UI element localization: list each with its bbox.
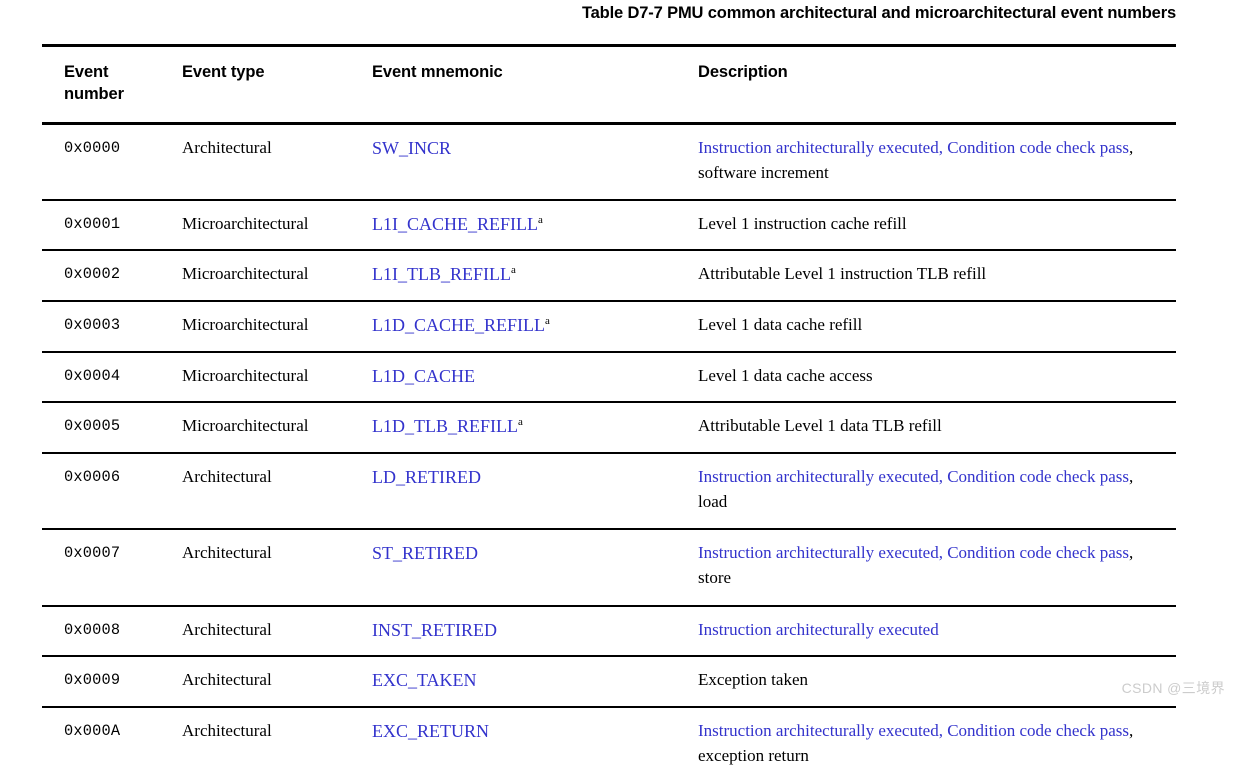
event-mnemonic-link[interactable]: L1I_CACHE_REFILL: [372, 214, 538, 234]
pmu-event-table-wrapper: Event number Event type Event mnemonic D…: [42, 44, 1176, 782]
cell-event-type: Architectural: [182, 137, 272, 157]
cell-event-mnemonic: EXC_RETURN: [370, 707, 696, 782]
table-row: 0x0001 Microarchitectural L1I_CACHE_REFILL…: [42, 200, 1176, 251]
cell-description: Exception taken: [696, 656, 1176, 707]
description-text: Level 1 instruction cache refill: [698, 213, 907, 233]
event-mnemonic-link[interactable]: L1D_CACHE: [372, 366, 475, 386]
cell-description: Instruction architecturally executed: [696, 606, 1176, 657]
table-body: 0x0000 Architectural SW_INCR Instruction ar…: [42, 123, 1176, 782]
cell-description: Level 1 data cache access: [696, 352, 1176, 403]
description-text: Attributable Level 1 instruction TLB ref…: [698, 264, 987, 284]
table-row: 0x0008 Architectural INST_RETIRED Instructi…: [42, 606, 1176, 657]
cell-event-number: 0x0002: [64, 265, 121, 284]
description-text: Level 1 data cache access: [698, 365, 873, 385]
event-mnemonic-link[interactable]: L1I_TLB_REFILL: [372, 264, 511, 284]
event-mnemonic-link[interactable]: INST_RETIRED: [372, 620, 497, 640]
cell-event-mnemonic: L1I_CACHE_REFILLa: [370, 200, 696, 251]
cell-description: Instruction architecturally executed, Co…: [696, 707, 1176, 782]
cell-event-number: 0x000A: [64, 721, 121, 740]
cell-event-type: Architectural: [182, 543, 272, 563]
cell-event-number: 0x0007: [64, 544, 121, 563]
event-mnemonic-link[interactable]: EXC_RETURN: [372, 721, 489, 741]
cell-event-number: 0x0000: [64, 138, 121, 157]
column-header-event-number-line2: number: [64, 84, 124, 103]
cell-event-mnemonic: INST_RETIRED: [370, 606, 696, 657]
cell-description: Attributable Level 1 instruction TLB ref…: [696, 250, 1176, 301]
table-row: 0x000A Architectural EXC_RETURN Instruction…: [42, 707, 1176, 782]
column-header-event-number-line1: Event: [64, 63, 109, 81]
cell-event-mnemonic: L1D_CACHE_REFILLa: [370, 301, 696, 352]
column-header-description: Description: [698, 63, 788, 81]
cell-event-number: 0x0001: [64, 214, 121, 233]
column-header-event-number: Event number: [42, 46, 182, 124]
table-header: Event number Event type Event mnemonic D…: [42, 45, 1176, 124]
csdn-watermark: CSDN @三境界: [1121, 680, 1225, 696]
cell-description: Level 1 instruction cache refill: [696, 200, 1176, 251]
footnote-marker: a: [545, 315, 550, 328]
cell-event-type: Architectural: [182, 720, 272, 740]
event-mnemonic-link[interactable]: L1D_CACHE_REFILL: [372, 315, 545, 335]
footnote-marker: a: [510, 264, 516, 277]
event-mnemonic-link[interactable]: LD_RETIRED: [372, 467, 481, 487]
cell-event-type: Microarchitectural: [182, 315, 309, 335]
cell-event-mnemonic: L1D_TLB_REFILLa: [370, 402, 696, 453]
cell-event-type: Architectural: [182, 466, 272, 486]
cell-event-number: 0x0005: [64, 417, 121, 436]
cell-description: Level 1 data cache refill: [696, 301, 1176, 352]
cell-event-type: Microarchitectural: [182, 213, 309, 233]
event-mnemonic-link[interactable]: SW_INCR: [372, 138, 451, 158]
column-header-event-mnemonic: Event mnemonic: [372, 63, 503, 81]
cell-event-mnemonic: SW_INCR: [370, 123, 696, 200]
cell-event-type: Architectural: [182, 619, 272, 639]
cell-event-type: Microarchitectural: [182, 365, 309, 385]
cell-description: Attributable Level 1 data TLB refill: [696, 402, 1176, 453]
event-mnemonic-link[interactable]: EXC_TAKEN: [372, 670, 477, 690]
table-row: 0x0004 Microarchitectural L1D_CACHE Level 1…: [42, 352, 1176, 403]
event-mnemonic-link[interactable]: ST_RETIRED: [372, 543, 478, 563]
table-row: 0x0000 Architectural SW_INCR Instruction ar…: [42, 123, 1176, 200]
event-mnemonic-link[interactable]: L1D_TLB_REFILL: [372, 416, 518, 436]
cell-event-number: 0x0003: [64, 316, 121, 335]
cell-description: Instruction architecturally executed, Co…: [696, 123, 1176, 200]
document-page: Table D7-7 PMU common architectural and …: [0, 0, 1239, 765]
column-header-event-type: Event type: [182, 63, 265, 81]
footnote-marker: a: [538, 213, 543, 226]
cell-event-mnemonic: ST_RETIRED: [370, 529, 696, 605]
table-row: 0x0007 Architectural ST_RETIRED Instruction…: [42, 529, 1176, 606]
description-text: Exception taken: [698, 670, 808, 690]
cell-event-number: 0x0004: [64, 366, 121, 385]
cell-event-mnemonic: L1I_TLB_REFILLa: [370, 250, 696, 301]
description-link[interactable]: Instruction architecturally executed: [698, 620, 939, 639]
cell-event-number: 0x0009: [64, 671, 121, 690]
description-link[interactable]: Instruction architecturally executed, Co…: [698, 467, 1129, 486]
description-text: Level 1 data cache refill: [698, 315, 863, 335]
table-row: 0x0006 Architectural LD_RETIRED Instruction…: [42, 453, 1176, 530]
cell-description: Instruction architecturally executed, Co…: [696, 453, 1176, 529]
table-row: 0x0009 Architectural EXC_TAKEN Exception ta…: [42, 656, 1176, 707]
table-header-row: Event number Event type Event mnemonic D…: [42, 45, 1176, 124]
description-link[interactable]: Instruction architecturally executed, Co…: [698, 543, 1129, 562]
cell-event-number: 0x0006: [64, 467, 121, 486]
table-row: 0x0003 Microarchitectural L1D_CACHE_REFILL…: [42, 301, 1176, 352]
page-title: Table D7-7 PMU common architectural and …: [581, 4, 1176, 22]
description-link[interactable]: Instruction architecturally executed, Co…: [698, 138, 1129, 157]
footnote-marker: a: [518, 416, 523, 429]
cell-description: Instruction architecturally executed, Co…: [696, 529, 1176, 605]
table-row: 0x0005 Microarchitectural L1D_TLB_REFILLa A…: [42, 402, 1176, 453]
cell-event-type: Microarchitectural: [182, 264, 309, 284]
cell-event-type: Architectural: [182, 670, 272, 690]
cell-event-type: Microarchitectural: [182, 416, 309, 436]
cell-event-mnemonic: L1D_CACHE: [370, 352, 696, 403]
cell-event-mnemonic: LD_RETIRED: [370, 453, 696, 529]
pmu-event-table: Event number Event type Event mnemonic D…: [42, 44, 1176, 782]
cell-event-number: 0x0008: [64, 620, 121, 639]
cell-event-mnemonic: EXC_TAKEN: [370, 656, 696, 707]
table-row: 0x0002 Microarchitectural L1I_TLB_REFILLa A…: [42, 250, 1176, 302]
description-link[interactable]: Instruction architecturally executed, Co…: [698, 721, 1129, 740]
description-text: Attributable Level 1 data TLB refill: [698, 416, 942, 436]
